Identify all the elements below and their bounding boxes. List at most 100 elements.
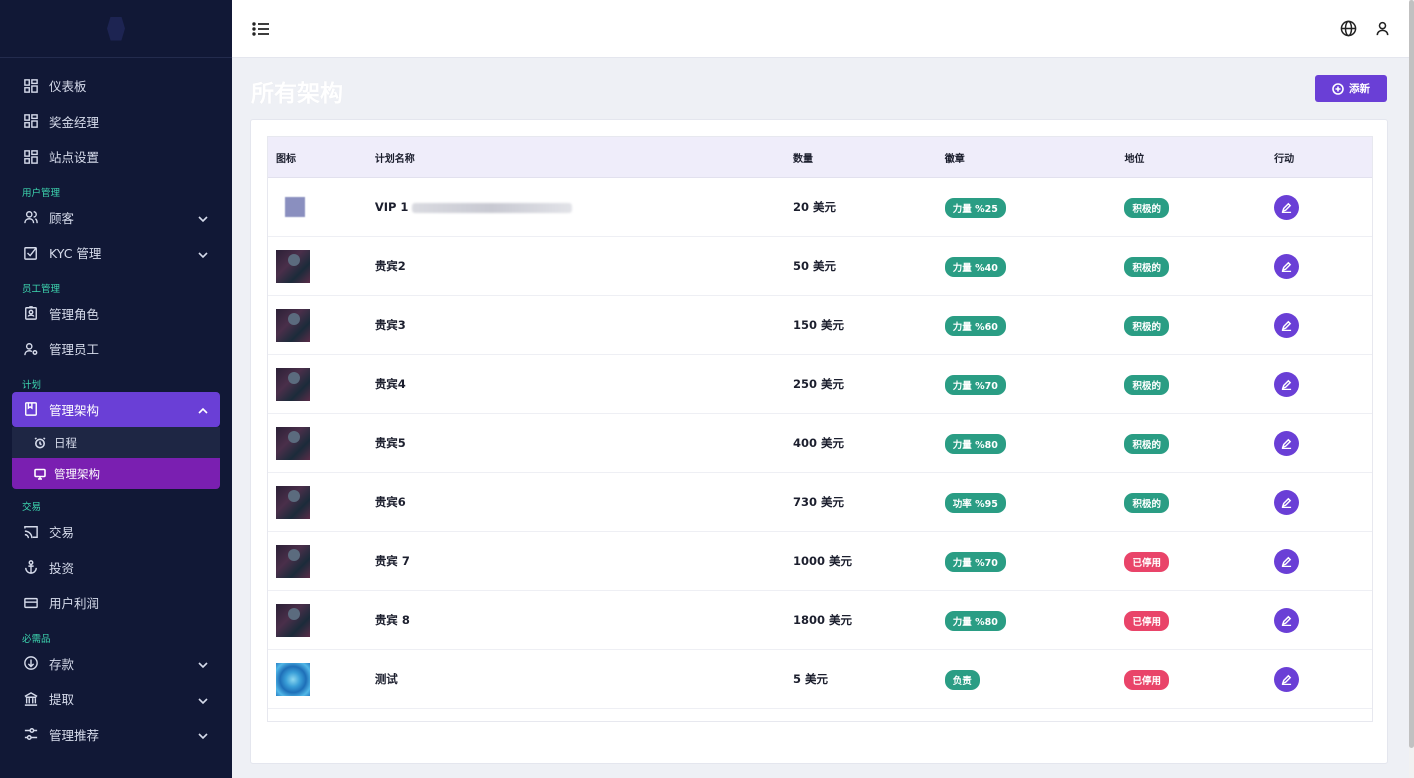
plan-thumbnail bbox=[276, 249, 310, 283]
status-badge: 积极的 bbox=[1124, 315, 1169, 336]
cell-amount: 400 美元 bbox=[793, 436, 845, 450]
cell-badge: 功率 %95 bbox=[944, 492, 1125, 513]
cell-action bbox=[1274, 666, 1372, 692]
sidebar-item-bonus-manager[interactable]: 奖金经理 bbox=[12, 104, 220, 140]
cell-action bbox=[1274, 253, 1372, 279]
sidebar-item-roles[interactable]: 管理角色 bbox=[12, 296, 220, 332]
table-row: 贵宾6 730 美元 功率 %95 积极的 bbox=[268, 473, 1372, 532]
edit-button[interactable] bbox=[1274, 371, 1300, 397]
cell-action bbox=[1274, 607, 1372, 633]
cell-action bbox=[1274, 489, 1372, 515]
status-badge: 已停用 bbox=[1124, 669, 1169, 690]
table-row: 贵宾3 150 美元 力量 %60 积极的 bbox=[268, 296, 1372, 355]
sidebar-item-kyc[interactable]: KYC 管理 bbox=[12, 235, 220, 271]
plan-thumbnail bbox=[276, 426, 310, 460]
sidebar-item-label: 提取 bbox=[49, 692, 75, 708]
sidebar-subitem-manage-schema[interactable]: 管理架构 bbox=[12, 458, 220, 489]
section-title-trade: 交易 bbox=[22, 502, 42, 513]
sidebar-item-label: 管理推荐 bbox=[49, 727, 100, 743]
cell-badge: 力量 %70 bbox=[944, 551, 1125, 572]
user-icon[interactable] bbox=[1374, 20, 1391, 37]
col-header-plan-name: 计划名称 bbox=[374, 153, 415, 165]
cell-status: 已停用 bbox=[1124, 669, 1274, 690]
sidebar-item-invest[interactable]: 投资 bbox=[12, 550, 220, 586]
col-header-status: 地位 bbox=[1124, 153, 1145, 165]
sidebar-item-staff[interactable]: 管理员工 bbox=[12, 331, 220, 367]
cell-status: 积极的 bbox=[1124, 433, 1274, 454]
edit-button[interactable] bbox=[1274, 607, 1300, 633]
table-row: 贵宾5 400 美元 力量 %80 积极的 bbox=[268, 414, 1372, 473]
status-badge: 积极的 bbox=[1124, 256, 1169, 277]
cell-plan-name: VIP 1 bbox=[375, 200, 793, 214]
edit-button[interactable] bbox=[1274, 430, 1300, 456]
sidebar-item-trade[interactable]: 交易 bbox=[12, 514, 220, 550]
add-new-label: 添新 bbox=[1349, 83, 1370, 95]
cell-plan-name: 贵宾 8 bbox=[375, 612, 793, 628]
cell-plan-name: 贵宾4 bbox=[375, 376, 793, 392]
anchor-icon bbox=[24, 560, 38, 574]
cell-badge: 力量 %80 bbox=[944, 610, 1125, 631]
cell-amount: 5 美元 bbox=[793, 672, 829, 686]
col-header-badge: 徽章 bbox=[944, 153, 965, 165]
logo[interactable] bbox=[0, 0, 232, 58]
chevron-down-icon bbox=[198, 248, 208, 258]
globe-icon[interactable] bbox=[1340, 20, 1357, 37]
cell-amount: 50 美元 bbox=[793, 259, 837, 273]
arrow-down-circle-icon bbox=[24, 656, 38, 671]
sliders-icon bbox=[24, 727, 38, 741]
sidebar-subitem-schedule[interactable]: 日程 bbox=[12, 427, 220, 458]
pencil-icon bbox=[1281, 379, 1292, 390]
table-row: 贵宾4 250 美元 力量 %70 积极的 bbox=[268, 355, 1372, 414]
cell-icon bbox=[268, 367, 375, 401]
scrollbar-thumb[interactable] bbox=[1409, 0, 1414, 748]
pencil-icon bbox=[1281, 674, 1292, 685]
sidebar-item-deposit[interactable]: 存款 bbox=[12, 646, 220, 682]
cell-action bbox=[1274, 312, 1372, 338]
plus-circle-icon bbox=[1332, 82, 1344, 95]
sidebar-item-site-settings[interactable]: 站点设置 bbox=[12, 139, 220, 175]
plan-thumbnail bbox=[285, 197, 305, 217]
sidebar-item-withdraw[interactable]: 提取 bbox=[12, 681, 220, 717]
top-bar bbox=[232, 0, 1409, 58]
edit-button[interactable] bbox=[1274, 666, 1300, 692]
grid-icon bbox=[24, 114, 38, 129]
sidebar-item-customers[interactable]: 顾客 bbox=[12, 200, 220, 236]
bookmark-icon bbox=[24, 402, 38, 417]
pencil-icon bbox=[1281, 556, 1292, 567]
edit-button[interactable] bbox=[1274, 548, 1300, 574]
sidebar-item-profit[interactable]: 用户利润 bbox=[12, 585, 220, 621]
status-badge: 积极的 bbox=[1124, 374, 1169, 395]
sidebar-item-label: 管理员工 bbox=[49, 342, 100, 358]
sidebar-item-label: KYC 管理 bbox=[49, 246, 102, 262]
edit-button[interactable] bbox=[1274, 489, 1300, 515]
sidebar-item-referral[interactable]: 管理推荐 bbox=[12, 717, 220, 753]
schema-table: 图标 计划名称 数量 徽章 地位 行动 VIP 1 20 美元 力量 %25 积极的贵… bbox=[267, 136, 1373, 722]
sidebar-item-manage-schema[interactable]: 管理架构 bbox=[12, 391, 220, 427]
id-badge-icon bbox=[24, 306, 38, 321]
status-badge: 已停用 bbox=[1124, 610, 1169, 631]
sidebar-item-dashboard[interactable]: 仪表板 bbox=[12, 68, 220, 104]
edit-button[interactable] bbox=[1274, 253, 1300, 279]
add-new-button[interactable]: 添新 bbox=[1315, 75, 1387, 102]
plan-thumbnail bbox=[276, 662, 310, 696]
plan-name: 贵宾2 bbox=[374, 259, 406, 273]
menu-list-icon[interactable] bbox=[252, 20, 270, 38]
sidebar-item-label: 投资 bbox=[49, 560, 75, 576]
status-badge: 积极的 bbox=[1124, 433, 1169, 454]
table-row: 贵宾 7 1000 美元 力量 %70 已停用 bbox=[268, 532, 1372, 591]
pencil-icon bbox=[1281, 261, 1292, 272]
edit-button[interactable] bbox=[1274, 194, 1300, 220]
pencil-icon bbox=[1281, 320, 1292, 331]
edit-button[interactable] bbox=[1274, 312, 1300, 338]
cell-amount: 1800 美元 bbox=[793, 613, 853, 627]
scrollbar[interactable] bbox=[1409, 0, 1414, 778]
sidebar: 仪表板 奖金经理 站点设置 用户管理 顾客 KYC 管理 员工管理 管理角色 管… bbox=[0, 0, 232, 778]
badge-pill: 力量 %25 bbox=[944, 197, 1006, 218]
plan-name: 贵宾 7 bbox=[374, 554, 410, 568]
logo-mark bbox=[107, 16, 125, 41]
table-body: VIP 1 20 美元 力量 %25 积极的 贵宾2 50 美元 力量 %40 积极的 贵宾3 1… bbox=[268, 178, 1372, 709]
plan-thumbnail bbox=[276, 603, 310, 637]
cell-badge: 力量 %70 bbox=[944, 374, 1125, 395]
sidebar-item-label: 管理架构 bbox=[49, 402, 100, 418]
table-row: 测试 5 美元 负责 已停用 bbox=[268, 650, 1372, 709]
